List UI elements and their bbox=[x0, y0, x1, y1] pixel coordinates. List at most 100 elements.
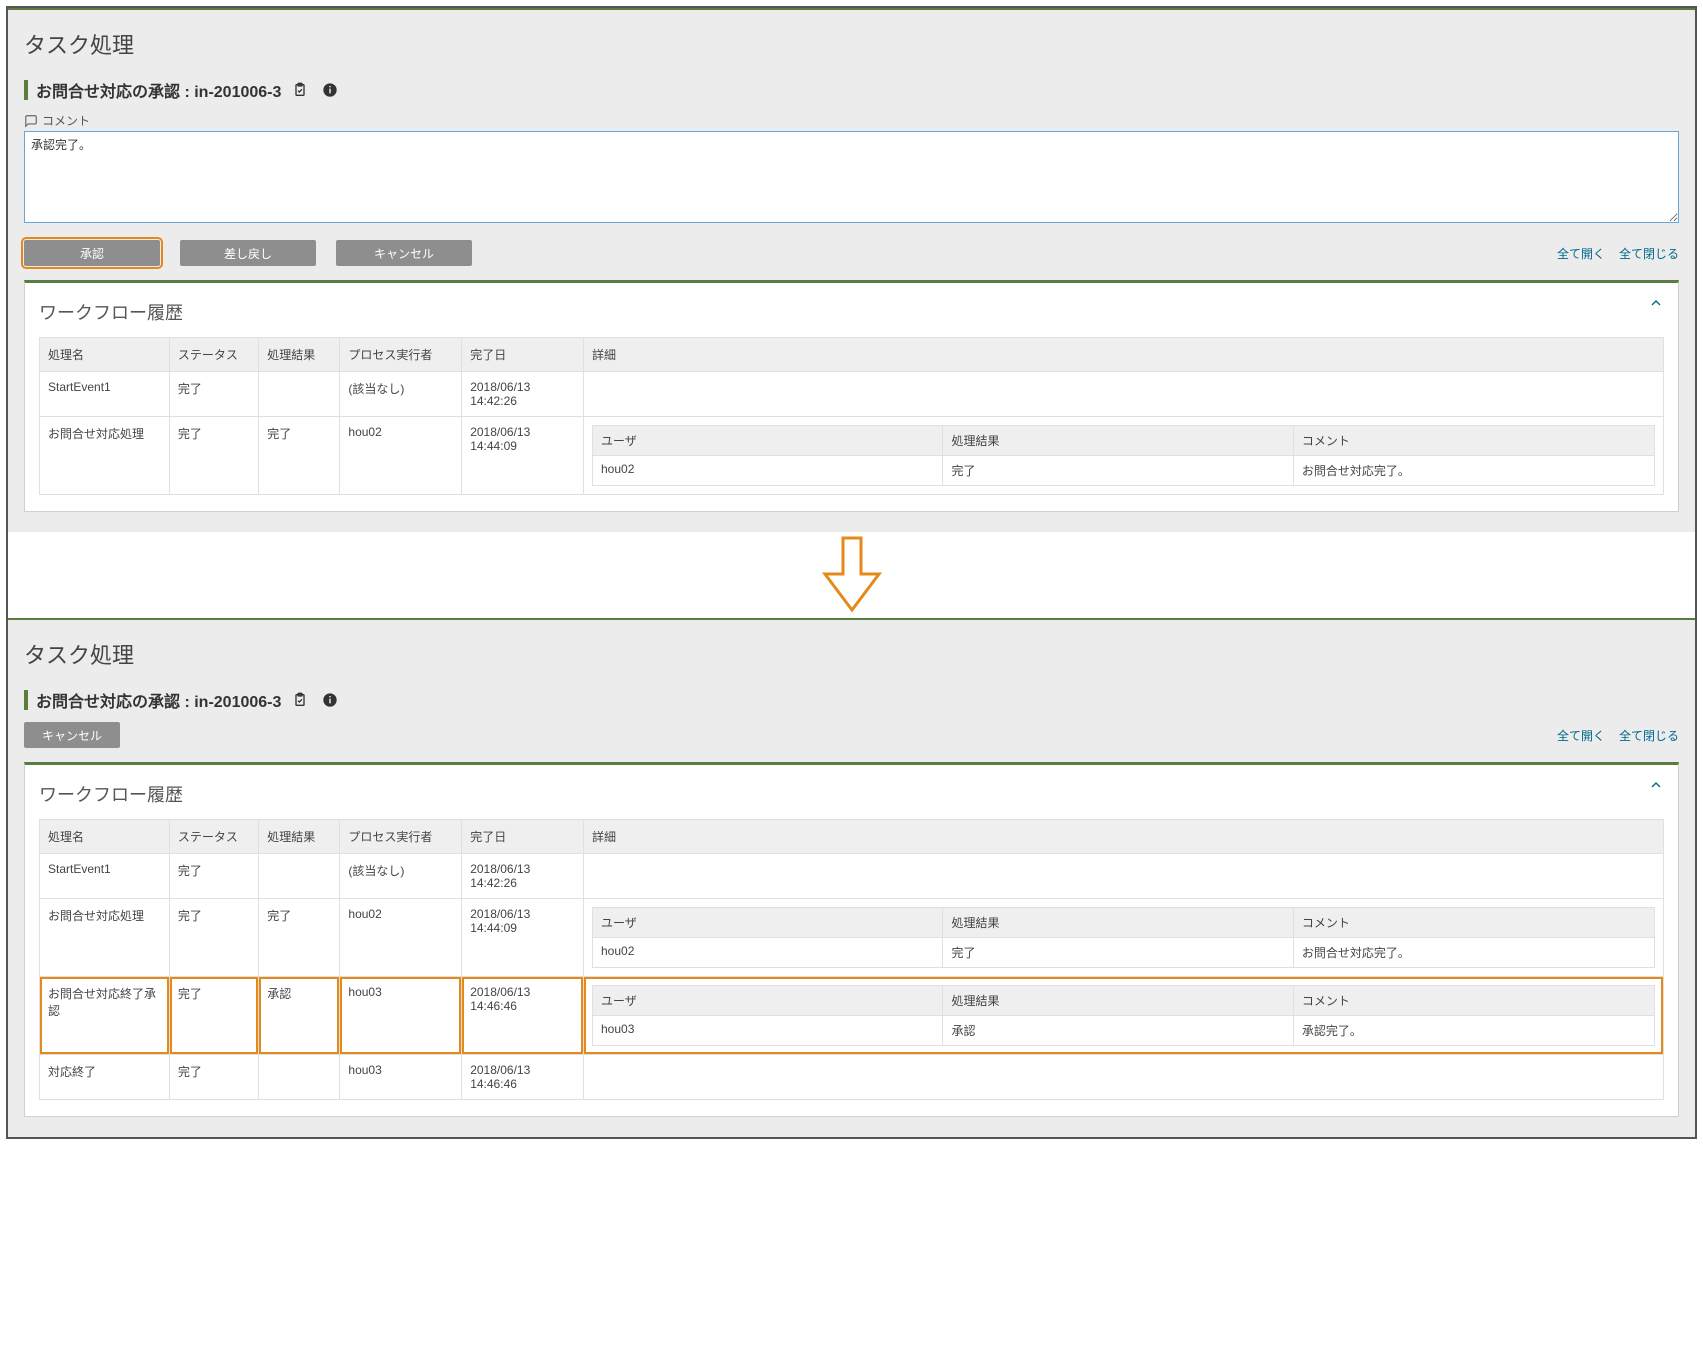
collapse-icon[interactable] bbox=[1648, 295, 1664, 314]
clipboard-icon[interactable] bbox=[289, 689, 311, 711]
detail-header-row: ユーザ 処理結果 コメント bbox=[593, 426, 1655, 456]
cell-name: 対応終了 bbox=[40, 1055, 170, 1100]
detail-comment: 承認完了。 bbox=[1293, 1016, 1654, 1046]
arrow-down-icon bbox=[8, 532, 1695, 618]
cell-result: 完了 bbox=[259, 417, 340, 495]
history-table-top: 処理名 ステータス 処理結果 プロセス実行者 完了日 詳細 StartEvent… bbox=[39, 337, 1664, 495]
col-result: 処理結果 bbox=[259, 338, 340, 372]
cell-date: 2018/06/1314:44:09 bbox=[462, 899, 584, 977]
button-row: 承認 差し戻し キャンセル 全て開く 全て閉じる bbox=[24, 240, 1679, 266]
cell-date: 2018/06/1314:42:26 bbox=[462, 854, 584, 899]
table-row: StartEvent1完了(該当なし)2018/06/1314:42:26 bbox=[40, 372, 1664, 417]
table-row: StartEvent1完了 (該当なし)2018/06/1314:42:26 bbox=[40, 854, 1664, 899]
history-title: ワークフロー履歴 bbox=[39, 781, 1664, 807]
table-row: お問合せ対応終了承認完了承認hou032018/06/1314:46:46 ユー… bbox=[40, 977, 1664, 1055]
comment-icon bbox=[24, 114, 38, 128]
sub-title: お問合せ対応の承認 : in-201006-3 bbox=[36, 688, 281, 712]
sub-title: お問合せ対応の承認 : in-201006-3 bbox=[36, 78, 281, 102]
cell-result bbox=[259, 854, 340, 899]
cell-status: 完了 bbox=[169, 417, 258, 495]
table-row: お問合せ対応処理完了完了hou022018/06/1314:44:09 ユーザ … bbox=[40, 899, 1664, 977]
col-detail: 詳細 bbox=[584, 338, 1664, 372]
title-accent-bar bbox=[24, 690, 28, 710]
detail-col-result: 処理結果 bbox=[943, 426, 1293, 456]
col-exec: プロセス実行者 bbox=[340, 820, 462, 854]
clipboard-icon[interactable] bbox=[289, 79, 311, 101]
cell-detail: ユーザ 処理結果 コメント hou02完了お問合せ対応完了。 bbox=[584, 899, 1664, 977]
page-title: タスク処理 bbox=[24, 638, 1679, 670]
sub-title-row: お問合せ対応の承認 : in-201006-3 bbox=[24, 688, 1679, 712]
cell-status: 完了 bbox=[169, 854, 258, 899]
detail-user: hou02 bbox=[593, 938, 943, 968]
cell-exec: hou03 bbox=[340, 977, 462, 1055]
detail-row: hou02完了お問合せ対応完了。 bbox=[593, 938, 1655, 968]
collapse-icon[interactable] bbox=[1648, 777, 1664, 796]
col-date: 完了日 bbox=[462, 820, 584, 854]
col-name: 処理名 bbox=[40, 820, 170, 854]
detail-header-row: ユーザ 処理結果 コメント bbox=[593, 986, 1655, 1016]
cell-result: 承認 bbox=[259, 977, 340, 1055]
detail-table: ユーザ 処理結果 コメント hou02完了お問合せ対応完了。 bbox=[592, 907, 1655, 968]
task-panel-after: タスク処理 お問合せ対応の承認 : in-201006-3 キャンセル 全て開く… bbox=[8, 618, 1695, 1137]
cell-date: 2018/06/1314:44:09 bbox=[462, 417, 584, 495]
cell-detail bbox=[584, 1055, 1664, 1100]
sub-title-row: お問合せ対応の承認 : in-201006-3 bbox=[24, 78, 1679, 102]
cell-exec: hou03 bbox=[340, 1055, 462, 1100]
cell-status: 完了 bbox=[169, 1055, 258, 1100]
cell-status: 完了 bbox=[169, 899, 258, 977]
detail-col-comment: コメント bbox=[1293, 426, 1654, 456]
cell-exec: hou02 bbox=[340, 417, 462, 495]
detail-col-user: ユーザ bbox=[593, 908, 943, 938]
history-title: ワークフロー履歴 bbox=[39, 299, 1664, 325]
cancel-button[interactable]: キャンセル bbox=[24, 722, 120, 748]
detail-comment: お問合せ対応完了。 bbox=[1293, 456, 1654, 486]
detail-user: hou02 bbox=[593, 456, 943, 486]
info-icon[interactable] bbox=[319, 689, 341, 711]
cell-name: お問合せ対応終了承認 bbox=[40, 977, 170, 1055]
cell-exec: (該当なし) bbox=[340, 854, 462, 899]
reject-button[interactable]: 差し戻し bbox=[180, 240, 316, 266]
history-header-row: 処理名 ステータス 処理結果 プロセス実行者 完了日 詳細 bbox=[40, 338, 1664, 372]
detail-result: 完了 bbox=[943, 938, 1293, 968]
cell-name: StartEvent1 bbox=[40, 854, 170, 899]
detail-col-user: ユーザ bbox=[593, 986, 943, 1016]
detail-table: ユーザ 処理結果 コメント hou02完了お問合せ対応完了。 bbox=[592, 425, 1655, 486]
detail-col-user: ユーザ bbox=[593, 426, 943, 456]
detail-col-result: 処理結果 bbox=[943, 908, 1293, 938]
cell-detail: ユーザ 処理結果 コメント hou02完了お問合せ対応完了。 bbox=[584, 417, 1664, 495]
info-icon[interactable] bbox=[319, 79, 341, 101]
task-panel-before: タスク処理 お問合せ対応の承認 : in-201006-3 コメント 承認 差し… bbox=[8, 8, 1695, 532]
col-result: 処理結果 bbox=[259, 820, 340, 854]
detail-row: hou02完了お問合せ対応完了。 bbox=[593, 456, 1655, 486]
open-all-link[interactable]: 全て開く bbox=[1557, 727, 1605, 744]
col-name: 処理名 bbox=[40, 338, 170, 372]
button-row: キャンセル 全て開く 全て閉じる bbox=[24, 722, 1679, 748]
cell-result bbox=[259, 1055, 340, 1100]
comment-textarea[interactable] bbox=[24, 131, 1679, 223]
col-status: ステータス bbox=[169, 820, 258, 854]
col-status: ステータス bbox=[169, 338, 258, 372]
cell-date: 2018/06/1314:42:26 bbox=[462, 372, 584, 417]
approve-button[interactable]: 承認 bbox=[24, 240, 160, 266]
close-all-link[interactable]: 全て閉じる bbox=[1619, 727, 1679, 744]
cell-result bbox=[259, 372, 340, 417]
comment-label: コメント bbox=[24, 112, 1679, 129]
table-row: 対応終了完了hou032018/06/1314:46:46 bbox=[40, 1055, 1664, 1100]
title-accent-bar bbox=[24, 80, 28, 100]
open-all-link[interactable]: 全て開く bbox=[1557, 245, 1605, 262]
detail-comment: お問合せ対応完了。 bbox=[1293, 938, 1654, 968]
detail-result: 承認 bbox=[943, 1016, 1293, 1046]
cell-detail bbox=[584, 372, 1664, 417]
cancel-button[interactable]: キャンセル bbox=[336, 240, 472, 266]
cell-name: お問合せ対応処理 bbox=[40, 899, 170, 977]
cell-detail bbox=[584, 854, 1664, 899]
close-all-link[interactable]: 全て閉じる bbox=[1619, 245, 1679, 262]
workflow-history-bottom: ワークフロー履歴 処理名 ステータス 処理結果 プロセス実行者 完了日 詳細 S… bbox=[24, 762, 1679, 1117]
cell-name: お問合せ対応処理 bbox=[40, 417, 170, 495]
detail-header-row: ユーザ 処理結果 コメント bbox=[593, 908, 1655, 938]
history-table-bottom: 処理名 ステータス 処理結果 プロセス実行者 完了日 詳細 StartEvent… bbox=[39, 819, 1664, 1100]
detail-row: hou03承認承認完了。 bbox=[593, 1016, 1655, 1046]
detail-col-comment: コメント bbox=[1293, 986, 1654, 1016]
cell-status: 完了 bbox=[169, 977, 258, 1055]
detail-col-comment: コメント bbox=[1293, 908, 1654, 938]
